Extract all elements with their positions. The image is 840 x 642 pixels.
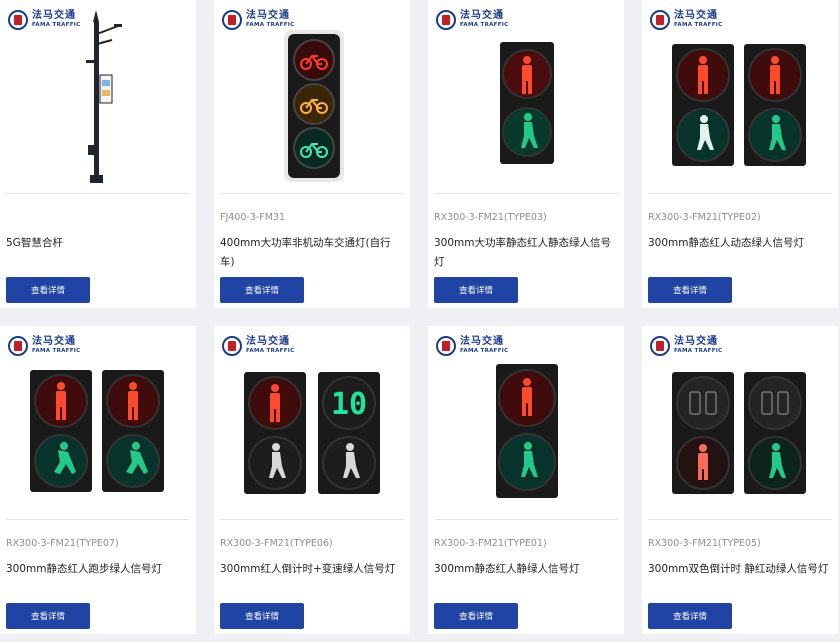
product-title[interactable]: 300mm红人倒计时+变速绿人信号灯	[220, 560, 404, 579]
product-title[interactable]: 300mm静态红人动态绿人信号灯	[648, 234, 832, 253]
product-grid: 法马交通 FAMA TRAFFIC 5G智慧合杆 查看详情 法马交通 FAMA TR…	[0, 0, 840, 642]
product-title[interactable]: 5G智慧合杆	[6, 234, 190, 253]
view-details-button[interactable]: 查看详情	[434, 603, 518, 629]
product-title[interactable]: 300mm大功率静态红人静态绿人信号灯	[434, 234, 618, 272]
card-divider	[648, 519, 832, 520]
product-card[interactable]: 法马交通 FAMA TRAFFIC RX300-3-FM21(TYPE07) 30…	[0, 326, 196, 634]
view-details-button[interactable]: 查看详情	[648, 603, 732, 629]
product-image: 10	[244, 372, 380, 494]
product-image	[86, 10, 122, 183]
card-divider	[6, 519, 190, 520]
product-model: RX300-3-FM21(TYPE03)	[434, 212, 547, 223]
view-details-button[interactable]: 查看详情	[6, 277, 90, 303]
view-details-button[interactable]: 查看详情	[220, 603, 304, 629]
product-image	[284, 30, 344, 182]
product-image	[500, 42, 554, 164]
card-divider	[434, 193, 618, 194]
card-divider	[220, 193, 404, 194]
product-title[interactable]: 400mm大功率非机动车交通灯(自行车)	[220, 234, 404, 272]
view-details-button[interactable]: 查看详情	[6, 603, 90, 629]
product-image	[30, 370, 164, 492]
product-model: RX300-3-FM21(TYPE07)	[6, 538, 119, 549]
product-card[interactable]: 法马交通 FAMA TRAFFIC 10 RX300-3-FM21(TYPE06)…	[214, 326, 410, 634]
product-model: RX300-3-FM21(TYPE06)	[220, 538, 333, 549]
countdown-digits: 10	[331, 387, 367, 422]
card-divider	[648, 193, 832, 194]
product-card[interactable]: 法马交通 FAMA TRAFFIC RX300-3-FM21(TYPE02) 30…	[642, 0, 838, 308]
product-card[interactable]: 法马交通 FAMA TRAFFIC RX300-3-FM21(TYPE03) 30…	[428, 0, 624, 308]
card-divider	[220, 519, 404, 520]
product-card[interactable]: 法马交通 FAMA TRAFFIC RX300-3-FM21(TYPE05) 30…	[642, 326, 838, 634]
card-divider	[434, 519, 618, 520]
product-image	[672, 372, 806, 494]
product-model: FJ400-3-FM31	[220, 212, 286, 223]
card-divider	[6, 193, 190, 194]
product-model: RX300-3-FM21(TYPE02)	[648, 212, 761, 223]
product-title[interactable]: 300mm双色倒计时 静红动绿人信号灯	[648, 560, 832, 579]
view-details-button[interactable]: 查看详情	[220, 277, 304, 303]
view-details-button[interactable]: 查看详情	[434, 277, 518, 303]
product-card[interactable]: 法马交通 FAMA TRAFFIC RX300-3-FM21(TYPE01) 30…	[428, 326, 624, 634]
product-title[interactable]: 300mm静态红人跑步绿人信号灯	[6, 560, 190, 579]
product-image	[496, 364, 558, 498]
product-model: RX300-3-FM21(TYPE05)	[648, 538, 761, 549]
product-image	[672, 44, 806, 166]
product-card[interactable]: 法马交通 FAMA TRAFFIC FJ400-3-FM31 400mm大功率非机…	[214, 0, 410, 308]
product-model: RX300-3-FM21(TYPE01)	[434, 538, 547, 549]
product-card[interactable]: 法马交通 FAMA TRAFFIC 5G智慧合杆 查看详情	[0, 0, 196, 308]
product-title[interactable]: 300mm静态红人静绿人信号灯	[434, 560, 618, 579]
view-details-button[interactable]: 查看详情	[648, 277, 732, 303]
